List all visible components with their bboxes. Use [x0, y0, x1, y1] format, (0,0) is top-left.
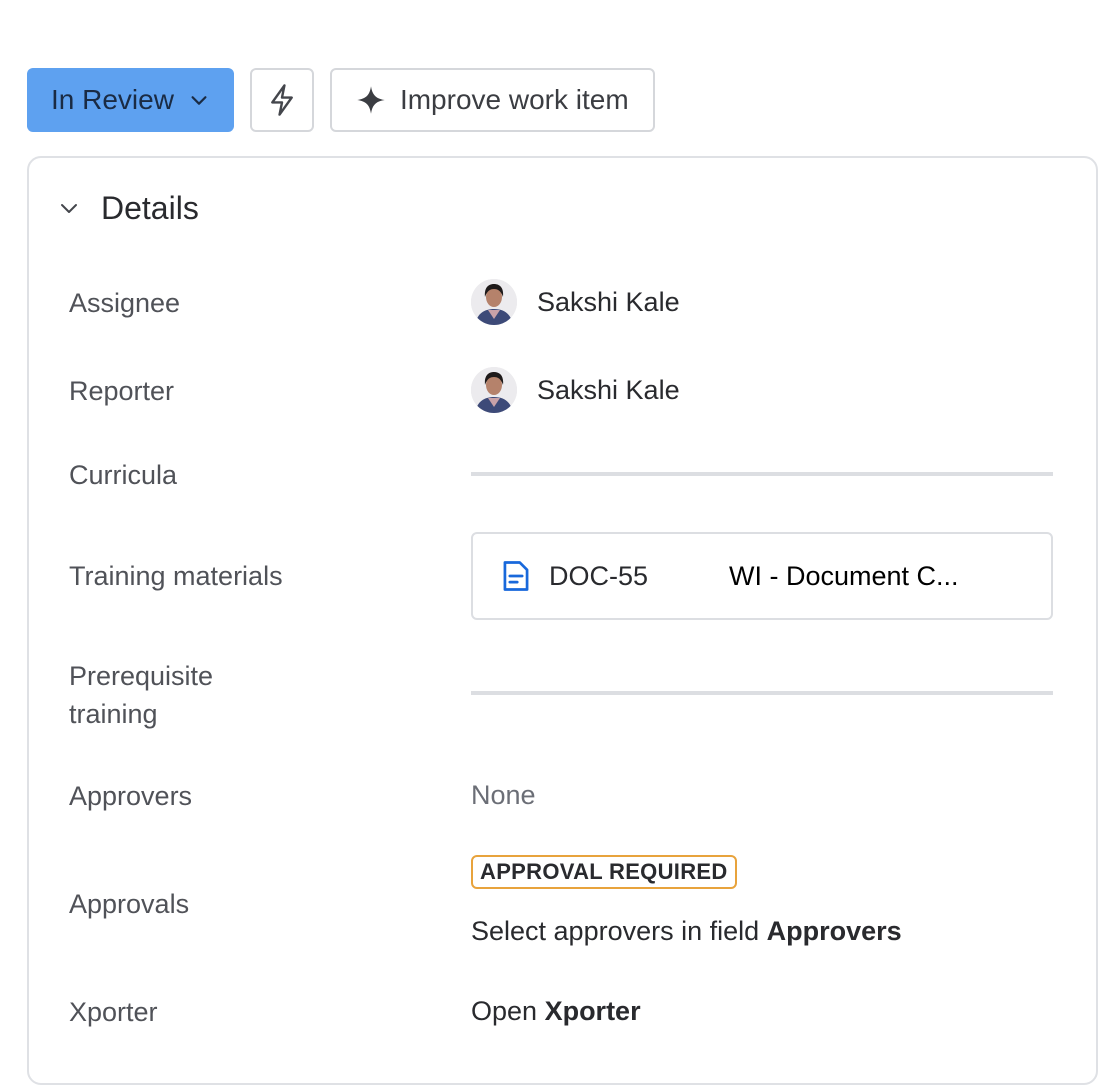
- xporter-link[interactable]: Xporter: [545, 996, 641, 1026]
- assignee-label: Assignee: [69, 288, 181, 318]
- prerequisite-label-line2: training: [69, 699, 158, 729]
- details-heading: Details: [101, 189, 199, 226]
- avatar: [471, 367, 517, 413]
- approvals-hint: Select approvers in field Approvers: [471, 916, 902, 947]
- xporter-label: Xporter: [69, 997, 158, 1027]
- details-toggle[interactable]: Details: [57, 184, 199, 232]
- chevron-down-icon: [61, 204, 77, 213]
- toolbar: In Review Improve work item: [27, 68, 655, 132]
- xporter-prefix: Open: [471, 996, 545, 1026]
- training-materials-label: Training materials: [69, 561, 283, 591]
- prerequisite-field[interactable]: [471, 691, 1053, 695]
- chevron-down-icon: [191, 96, 207, 105]
- document-icon: [503, 561, 529, 591]
- prerequisite-label: Prerequisite training: [69, 657, 213, 733]
- training-material-card[interactable]: DOC-55 WI - Document C...: [471, 532, 1053, 620]
- xporter-value: Open Xporter: [471, 996, 641, 1027]
- reporter-value[interactable]: Sakshi Kale: [471, 364, 680, 416]
- curricula-field[interactable]: [471, 472, 1053, 476]
- automation-button[interactable]: [249, 68, 314, 132]
- sparkle-icon: [357, 86, 385, 114]
- assignee-name: Sakshi Kale: [537, 286, 680, 317]
- reporter-label: Reporter: [69, 376, 175, 406]
- lightning-icon: [271, 84, 293, 116]
- details-panel: Details Assignee Sakshi Kale Reporter Sa…: [27, 156, 1098, 1085]
- approvals-value: APPROVAL REQUIRED: [471, 855, 737, 889]
- improve-work-item-button[interactable]: Improve work item: [329, 68, 655, 132]
- assignee-value[interactable]: Sakshi Kale: [471, 276, 680, 328]
- approvers-field-link[interactable]: Approvers: [767, 916, 902, 946]
- approvers-value[interactable]: None: [471, 780, 536, 811]
- doc-title: WI - Document C...: [729, 560, 959, 591]
- approvers-label: Approvers: [69, 781, 193, 811]
- reporter-name: Sakshi Kale: [537, 374, 680, 405]
- status-dropdown-button[interactable]: In Review: [27, 68, 234, 132]
- prerequisite-label-line1: Prerequisite: [69, 661, 214, 691]
- doc-key: DOC-55: [549, 560, 649, 591]
- improve-label: Improve work item: [399, 84, 629, 115]
- approval-required-badge: APPROVAL REQUIRED: [471, 855, 737, 889]
- status-label: In Review: [51, 84, 174, 115]
- approvals-label: Approvals: [69, 889, 190, 919]
- curricula-label: Curricula: [69, 460, 178, 490]
- approvals-hint-prefix: Select approvers in field: [471, 916, 767, 946]
- avatar: [471, 279, 517, 325]
